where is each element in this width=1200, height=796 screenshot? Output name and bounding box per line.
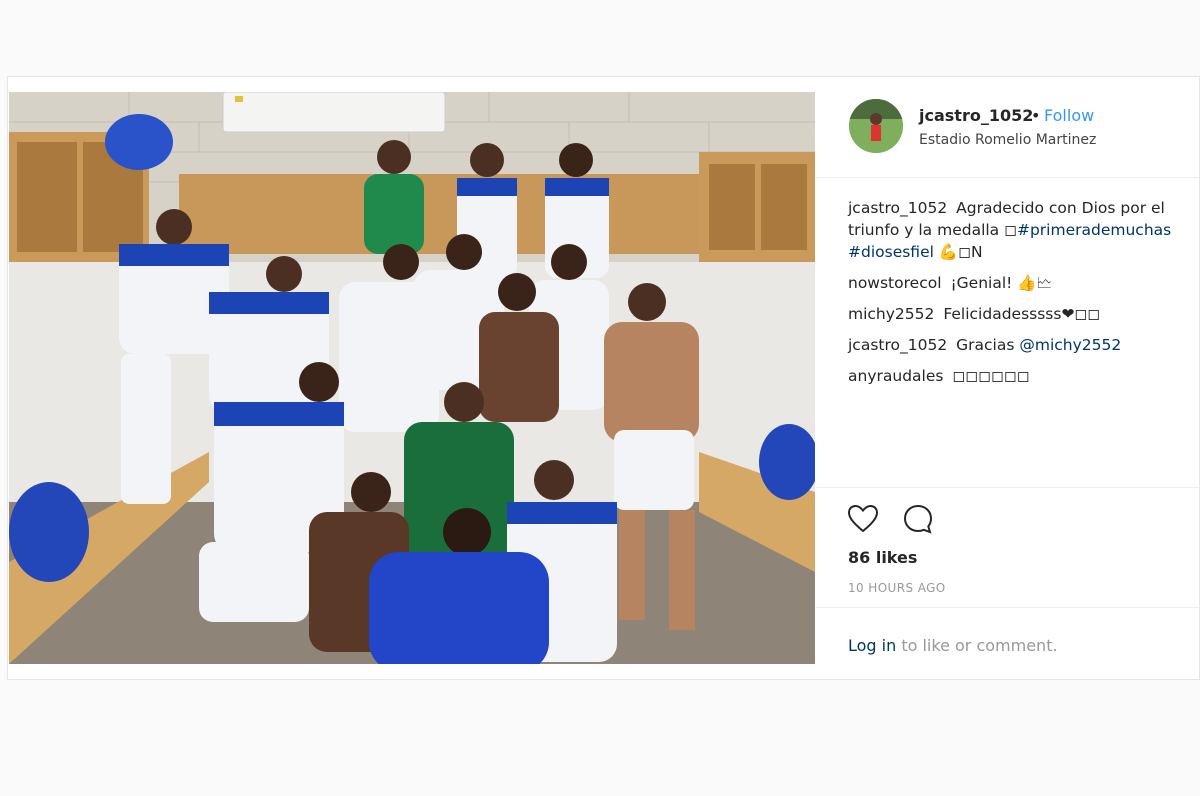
comment-item: jcastro_1052 Gracias @michy2552: [848, 334, 1193, 356]
comment-text: Gracias: [956, 336, 1015, 354]
post-header: jcastro_1052 • Follow Estadio Romelio Ma…: [816, 77, 1200, 178]
follow-button[interactable]: Follow: [1044, 106, 1094, 125]
comment-username[interactable]: jcastro_1052: [848, 336, 947, 354]
action-bar: 86 likes 10 HOURS AGO: [816, 487, 1200, 608]
comment-username[interactable]: michy2552: [848, 305, 934, 323]
comment-username[interactable]: nowstorecol: [848, 274, 942, 292]
login-link[interactable]: Log in: [848, 636, 896, 655]
comment-text: Felicidadesssss❤◻◻: [943, 305, 1101, 323]
avatar[interactable]: [849, 99, 903, 153]
post-sidebar: jcastro_1052 • Follow Estadio Romelio Ma…: [816, 77, 1200, 679]
comment-caption: jcastro_1052 Agradecido con Dios por el …: [848, 197, 1193, 263]
comment-item: anyraudales ◻◻◻◻◻◻: [848, 365, 1193, 387]
username-link[interactable]: jcastro_1052: [919, 106, 1033, 125]
likes-count[interactable]: 86 likes: [848, 548, 917, 567]
comment-text: ◻◻◻◻◻◻: [952, 367, 1030, 385]
login-prompt: Log in to like or comment.: [816, 607, 1200, 680]
hashtag-link[interactable]: #primerademuchas: [1017, 221, 1171, 239]
comment-item: michy2552 Felicidadesssss❤◻◻: [848, 303, 1193, 325]
comment-item: nowstorecol ¡Genial! 👍🗠: [848, 272, 1193, 294]
post-photo[interactable]: [9, 92, 815, 664]
mention-link[interactable]: @michy2552: [1019, 336, 1121, 354]
post-timestamp: 10 HOURS AGO: [848, 581, 946, 595]
comment-bubble-icon[interactable]: [901, 502, 935, 536]
comments-list: jcastro_1052 Agradecido con Dios por el …: [848, 197, 1193, 396]
login-rest-text: to like or comment.: [896, 636, 1058, 655]
comment-text: ¡Genial! 👍🗠: [950, 274, 1053, 292]
comment-username[interactable]: anyraudales: [848, 367, 943, 385]
hashtag-link[interactable]: #diosesfiel: [848, 243, 934, 261]
comment-text-tail: 💪◻N: [933, 243, 983, 261]
location-link[interactable]: Estadio Romelio Martinez: [919, 132, 1096, 148]
separator-dot: •: [1031, 106, 1041, 125]
heart-icon[interactable]: [846, 502, 880, 536]
comment-username[interactable]: jcastro_1052: [848, 199, 947, 217]
